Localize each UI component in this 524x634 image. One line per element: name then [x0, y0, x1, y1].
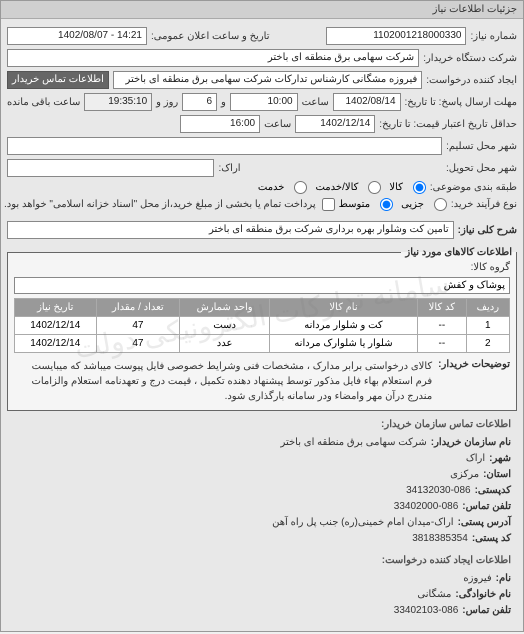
city-trans-label: شهر محل تسلیم: [446, 141, 517, 152]
remaining-days: 6 [182, 93, 217, 111]
desc-label: توضیحات خریدار: [438, 359, 510, 404]
summary-value: تامین کت وشلوار بهره برداری شرکت برق منط… [7, 221, 454, 239]
public-date-label: تاریخ و ساعت اعلان عمومی: [151, 31, 270, 42]
cell-unit: دست [180, 317, 270, 335]
number-value: 1102001218000330 [326, 27, 466, 45]
col-qty: تعداد / مقدار [96, 299, 180, 317]
post-label: کدپستی: [475, 483, 511, 499]
postal-code-label: کد پستی: [472, 531, 511, 547]
addr-value: اراک-میدان امام خمینی(ره) جنب پل راه آهن [272, 515, 453, 531]
requester-section-title: اطلاعات ایجاد کننده درخواست: [13, 553, 511, 569]
city-deliv-label: شهر محل تحویل: [446, 163, 517, 174]
deadline-reply-label: مهلت ارسال پاسخ: تا تاریخ: [405, 97, 517, 108]
fname-label: نام: [496, 571, 511, 587]
main-panel: جزئیات اطلاعات نیاز شماره نیاز: 11020012… [0, 0, 524, 632]
table-row: 2 -- شلوار یا شلوارک مردانه عدد 47 1402/… [15, 335, 510, 353]
pkg-khad-label: خدمت [258, 182, 285, 193]
lname-value: مشگانی [417, 587, 451, 603]
remaining-time: 19:35:10 [84, 93, 152, 111]
cell-unit: عدد [180, 335, 270, 353]
lname-label: نام خانوادگی: [455, 587, 511, 603]
remaining-days-prefix: و [221, 97, 226, 108]
group-value: پوشاک و کفش [14, 277, 510, 294]
buyer-label: شرکت دستگاه خریدار: [423, 53, 517, 64]
org-label: نام سازمان خریدار: [431, 435, 511, 451]
table-row: 1 -- کت و شلوار مردانه دست 47 1402/12/14 [15, 317, 510, 335]
goods-section-title: اطلاعات کالاهای مورد نیاز [401, 247, 516, 258]
cell-qty: 47 [96, 335, 180, 353]
deadline-reply-time: 10:00 [230, 93, 298, 111]
requester-value: فیروزه مشگانی کارشناس تدارکات شرکت سهامی… [113, 71, 422, 89]
validity-time-label: ساعت [264, 119, 291, 130]
cell-code: -- [417, 317, 466, 335]
col-code: کد کالا [417, 299, 466, 317]
phone-label: تلفن تماس: [462, 499, 511, 515]
rphone-label: تلفن تماس: [462, 603, 511, 619]
process-note: پرداخت تمام یا بخشی از مبلغ خرید،از محل … [4, 199, 316, 210]
desc-text: کالای درخواستی برابر مدارک ، مشخصات فنی … [14, 359, 432, 404]
table-header-row: ردیف کد کالا نام کالا واحد شمارش تعداد /… [15, 299, 510, 317]
proc-med-label: متوسط [339, 199, 370, 210]
city-label: شهر: [489, 451, 511, 467]
group-label: گروه کالا: [471, 262, 510, 273]
validity-time: 16:00 [180, 115, 260, 133]
deadline-reply-date: 1402/08/14 [333, 93, 401, 111]
cell-name: شلوار یا شلوارک مردانه [269, 335, 417, 353]
goods-section: اطلاعات کالاهای مورد نیاز گروه کالا: پوش… [7, 247, 517, 411]
post-value: 34132030-086 [406, 483, 471, 499]
contact-section: اطلاعات تماس سازمان خریدار: نام سازمان خ… [13, 417, 511, 619]
pkg-khad-radio[interactable] [294, 181, 307, 194]
requester-label: ایجاد کننده درخواست: [426, 75, 517, 86]
buyer-contact-button[interactable]: اطلاعات تماس خریدار [7, 71, 109, 89]
cell-code: -- [417, 335, 466, 353]
phone-value: 33402000-086 [394, 499, 459, 515]
proc-med-radio[interactable] [380, 198, 393, 211]
pkg-khadamat-radio[interactable] [368, 181, 381, 194]
proc-small-label: جزیی [401, 199, 424, 210]
postal-code-value: 3818385354 [412, 531, 468, 547]
city-value: اراک [466, 451, 485, 467]
package-radio-group: کالا کالا/خدمت خدمت [258, 181, 426, 194]
buyer-value: شرکت سهامی برق منطقه ای باختر [7, 49, 419, 67]
validity-label: حداقل تاریخ اعتبار قیمت: تا تاریخ: [379, 119, 517, 130]
summary-label: شرح کلی نیاز: [458, 225, 517, 236]
col-unit: واحد شمارش [180, 299, 270, 317]
cell-n: 2 [466, 335, 509, 353]
city-trans-value [7, 137, 442, 155]
city-arak-label: اراک: [218, 163, 240, 174]
number-label: شماره نیاز: [470, 31, 517, 42]
cell-qty: 47 [96, 317, 180, 335]
panel-title: جزئیات اطلاعات نیاز [1, 1, 523, 19]
public-date-value: 14:21 - 1402/08/07 [7, 27, 147, 45]
center-value: مرکزی [450, 467, 479, 483]
process-radio-group: جزیی متوسط [339, 198, 447, 211]
remaining-days-suffix: روز و [156, 97, 178, 108]
col-date: تاریخ نیاز [15, 299, 97, 317]
col-row: ردیف [466, 299, 509, 317]
addr-label: آدرس پستی: [458, 515, 511, 531]
org-value: شرکت سهامی برق منطقه ای باختر [280, 435, 426, 451]
cell-name: کت و شلوار مردانه [269, 317, 417, 335]
fname-value: فیروزه [463, 571, 491, 587]
package-label: طبقه بندی موضوعی: [430, 182, 517, 193]
rphone-value: 33402103-086 [394, 603, 459, 619]
proc-small-radio[interactable] [434, 198, 447, 211]
center-label: استان: [483, 467, 511, 483]
buyer-desc-block: توضیحات خریدار: کالای درخواستی برابر مدا… [14, 359, 510, 404]
contact-title: اطلاعات تماس سازمان خریدار: [13, 417, 511, 433]
deadline-time-label: ساعت [302, 97, 329, 108]
cell-n: 1 [466, 317, 509, 335]
remaining-suffix: ساعت باقی مانده [7, 97, 80, 108]
pkg-kala-label: کالا [389, 182, 403, 193]
pkg-khadamat-label: کالا/خدمت [315, 182, 358, 193]
col-name: نام کالا [269, 299, 417, 317]
validity-date: 1402/12/14 [295, 115, 375, 133]
process-label: نوع فرآیند خرید: [451, 199, 517, 210]
treasury-checkbox[interactable] [322, 198, 335, 211]
city-arak-value [7, 159, 214, 177]
cell-date: 1402/12/14 [15, 317, 97, 335]
goods-table: ردیف کد کالا نام کالا واحد شمارش تعداد /… [14, 298, 510, 353]
cell-date: 1402/12/14 [15, 335, 97, 353]
pkg-kala-radio[interactable] [413, 181, 426, 194]
